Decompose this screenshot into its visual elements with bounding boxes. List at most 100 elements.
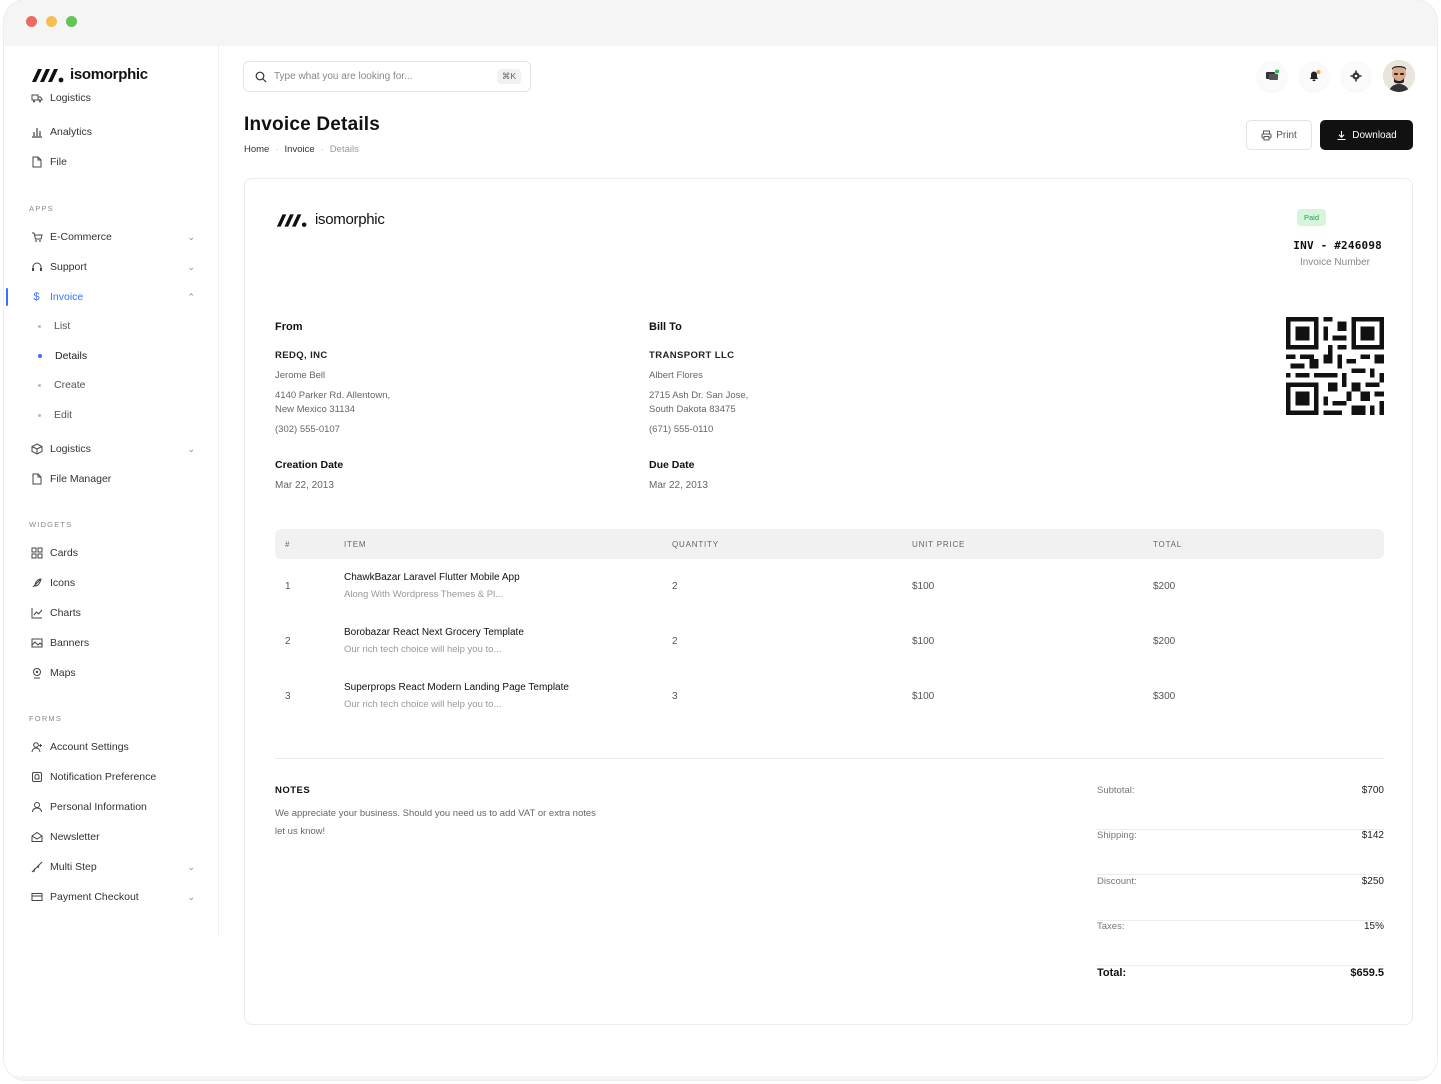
sidebar-item-newsletter[interactable]: Newsletter — [4, 824, 218, 850]
settings-button[interactable] — [1341, 61, 1371, 91]
page-title: Invoice Details — [244, 114, 381, 135]
item-title: ChawkBazar Laravel Flutter Mobile App — [344, 572, 520, 583]
avatar-icon — [1383, 60, 1415, 92]
sidebar-item-label: Logistics — [50, 443, 91, 455]
section-label-forms: FORMS — [29, 714, 63, 723]
bill-to-address-line2: South Dakota 83475 — [649, 404, 736, 415]
steps-icon — [30, 861, 43, 874]
notes-text: We appreciate your business. Should you … — [275, 808, 596, 837]
summary-label: Subtotal: — [1097, 785, 1135, 796]
minimize-window-button[interactable] — [46, 16, 57, 27]
print-button[interactable]: Print — [1246, 120, 1312, 150]
bill-to-heading: Bill To — [649, 321, 682, 333]
sidebar-item-notification-preference[interactable]: Notification Preference — [4, 764, 218, 790]
chevron-down-icon: ⌄ — [187, 262, 195, 272]
invoice-number-label: Invoice Number — [1299, 257, 1370, 268]
sidebar-item-maps[interactable]: Maps — [4, 660, 218, 686]
summary-value: $142 — [1361, 830, 1384, 841]
maximize-window-button[interactable] — [66, 16, 77, 27]
sidebar-item-banners[interactable]: Banners — [4, 630, 218, 656]
section-label-widgets: WIDGETS — [29, 520, 73, 529]
messages-button[interactable] — [1257, 61, 1287, 91]
sidebar-item-file[interactable]: File — [4, 149, 218, 175]
item-quantity: 2 — [672, 636, 678, 647]
breadcrumb-home[interactable]: Home — [244, 144, 269, 155]
sidebar-item-cards[interactable]: Cards — [4, 540, 218, 566]
sidebar-subitem-list[interactable]: List — [4, 314, 218, 338]
sidebar-item-label: Logistics — [50, 92, 91, 104]
line-chart-icon — [30, 607, 43, 620]
avatar[interactable] — [1383, 60, 1415, 92]
total-label: Total: — [1097, 967, 1127, 979]
notifications-button[interactable] — [1299, 61, 1329, 91]
sidebar-subitem-details[interactable]: Details — [4, 344, 218, 368]
table-header: # ITEM QUANTITY UNIT PRICE TOTAL — [275, 529, 1384, 559]
status-badge: Paid — [1296, 209, 1326, 226]
isomorphic-logo-icon — [276, 213, 307, 227]
due-date-block: Due Date Mar 22, 2013 — [649, 459, 708, 491]
due-date-value: Mar 22, 2013 — [649, 480, 708, 491]
sidebar-item-label: Banners — [50, 637, 90, 649]
sidebar-item-support[interactable]: Support ⌄ — [4, 254, 218, 280]
sidebar-item-logistics[interactable]: Logistics ⌄ — [4, 436, 218, 462]
invoice-brand: isomorphic — [275, 211, 385, 228]
file-icon — [30, 473, 43, 486]
sidebar-item-file-manager[interactable]: File Manager — [4, 466, 218, 492]
sidebar-item-label: Payment Checkout — [50, 891, 139, 903]
search-bar[interactable]: ⌘K — [243, 61, 531, 92]
sidebar-item-label: Invoice — [50, 291, 84, 303]
breadcrumb-invoice[interactable]: Invoice — [285, 144, 315, 155]
sidebar-subitem-edit[interactable]: Edit — [4, 403, 218, 427]
sidebar-subitem-create[interactable]: Create — [4, 373, 218, 397]
chevron-down-icon: ⌄ — [187, 862, 195, 872]
sidebar-item-multi-step[interactable]: Multi Step ⌄ — [4, 854, 218, 880]
sidebar-item-account-settings[interactable]: Account Settings — [4, 734, 218, 760]
table-row: 2 Borobazar React Next Grocery Template … — [275, 614, 1384, 669]
header-actions — [1257, 60, 1415, 92]
printer-icon — [1261, 130, 1272, 140]
bill-to-phone: (671) 555-0110 — [649, 424, 714, 435]
close-window-button[interactable] — [26, 16, 37, 27]
brand-name: isomorphic — [70, 66, 148, 83]
item-description: Our rich tech choice will help you to... — [344, 699, 502, 710]
sidebar-item-label: E-Commerce — [50, 231, 112, 243]
messages-icon — [1266, 69, 1279, 80]
sidebar-item-label: File — [50, 156, 67, 168]
sidebar-item-payment-checkout[interactable]: Payment Checkout ⌄ — [4, 884, 218, 910]
sidebar-item-analytics[interactable]: Analytics — [4, 119, 218, 145]
cart-icon — [30, 231, 43, 244]
print-button-label: Print — [1276, 129, 1297, 141]
column-header-item: ITEM — [344, 540, 367, 549]
sidebar-subitem-label: Edit — [54, 409, 73, 421]
box-icon — [30, 443, 43, 456]
sidebar-item-label: Maps — [50, 667, 76, 679]
item-description: Our rich tech choice will help you to... — [344, 644, 502, 655]
breadcrumb-separator: · — [275, 144, 279, 155]
sidebar-item-charts[interactable]: Charts — [4, 600, 218, 626]
brand-logo[interactable]: isomorphic — [30, 66, 148, 83]
download-icon — [1337, 130, 1346, 140]
item-title: Borobazar React Next Grocery Template — [344, 627, 524, 638]
column-header-total: TOTAL — [1153, 540, 1183, 549]
settings-icon — [1350, 70, 1362, 82]
bill-to-block: Bill To TRANSPORT LLC Albert Flores 2715… — [649, 321, 748, 437]
sidebar-item-icons[interactable]: Icons — [4, 570, 218, 596]
item-quantity: 3 — [672, 691, 678, 702]
search-icon — [255, 71, 267, 82]
search-input[interactable] — [274, 71, 484, 82]
feather-icon — [30, 577, 43, 590]
creation-date-label: Creation Date — [275, 459, 344, 471]
dollar-icon: $ — [33, 291, 40, 303]
sidebar-item-label: Personal Information — [50, 801, 147, 813]
sidebar-item-logistics-top[interactable]: Logistics — [4, 88, 218, 108]
sidebar-item-ecommerce[interactable]: E-Commerce ⌄ — [4, 224, 218, 250]
bullet-icon — [38, 383, 41, 387]
qr-code-icon — [1286, 317, 1384, 415]
creation-date-value: Mar 22, 2013 — [275, 480, 334, 491]
sidebar-item-invoice[interactable]: $ Invoice ⌃ — [4, 284, 218, 310]
item-title: Superprops React Modern Landing Page Tem… — [344, 682, 569, 693]
sidebar-item-personal-information[interactable]: Personal Information — [4, 794, 218, 820]
table-row: 1 ChawkBazar Laravel Flutter Mobile App … — [275, 559, 1384, 614]
download-button[interactable]: Download — [1320, 120, 1413, 150]
total-value: $659.5 — [1350, 967, 1384, 979]
